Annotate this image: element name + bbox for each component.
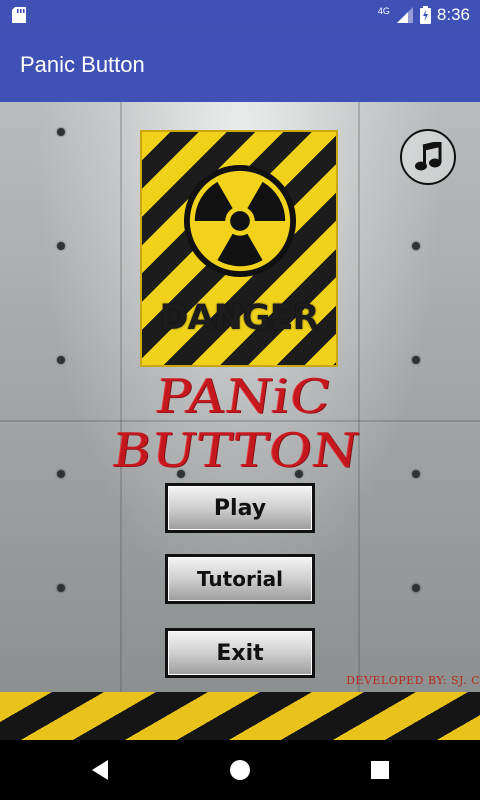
- wall-bolt: [412, 584, 420, 592]
- music-toggle-button[interactable]: [400, 129, 456, 185]
- wall-bolt: [57, 128, 65, 136]
- exit-button[interactable]: Exit: [165, 628, 315, 678]
- status-bar: 4G 8:36: [0, 0, 480, 30]
- wall-bolt: [412, 356, 420, 364]
- nav-recents-button[interactable]: [364, 754, 396, 786]
- recents-icon: [371, 761, 389, 779]
- back-icon: [92, 760, 108, 780]
- network-type: 4G: [377, 6, 390, 16]
- background-wall: DANGER PANiC BUTTON Play Tutorial Exit D…: [0, 102, 480, 692]
- danger-label: DANGER: [159, 298, 319, 338]
- app-bar: Panic Button: [0, 30, 480, 102]
- app-title: Panic Button: [20, 52, 145, 77]
- wall-bolt: [57, 356, 65, 364]
- nav-home-button[interactable]: [224, 754, 256, 786]
- game-title: PANiC BUTTON: [109, 370, 364, 478]
- status-time: 8:36: [436, 5, 470, 24]
- radiation-icon: [183, 164, 297, 278]
- play-button[interactable]: Play: [165, 483, 315, 533]
- tutorial-button[interactable]: Tutorial: [165, 554, 315, 604]
- nav-back-button[interactable]: [84, 754, 116, 786]
- danger-sign: DANGER: [140, 130, 338, 367]
- wall-bolt: [57, 242, 65, 250]
- wall-bolt: [412, 242, 420, 250]
- developer-credit: DEVELOPED BY: SJ. C: [346, 674, 480, 687]
- sd-card-icon: [12, 7, 26, 23]
- signal-icon: [396, 7, 413, 23]
- home-icon: [230, 760, 250, 780]
- music-note-icon: [415, 142, 442, 171]
- hazard-stripe: [0, 692, 480, 740]
- battery-icon: [419, 6, 431, 24]
- navigation-bar: [0, 740, 480, 800]
- wall-bolt: [57, 584, 65, 592]
